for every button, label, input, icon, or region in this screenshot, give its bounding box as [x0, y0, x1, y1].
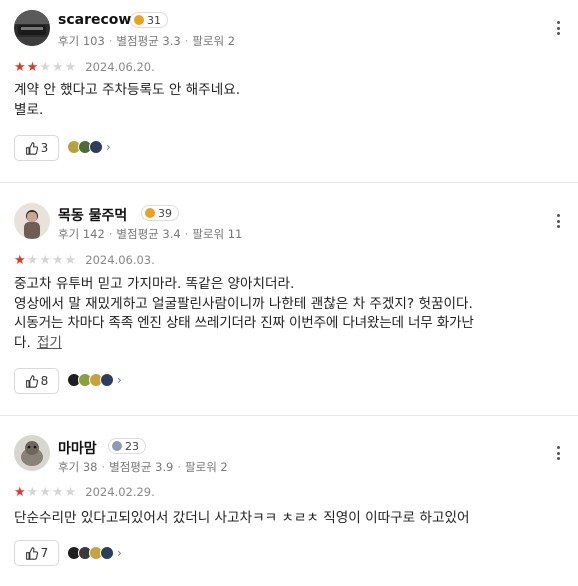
star-empty-icon: ★ [39, 252, 51, 268]
review-card: scarecow 31 후기 103 · 별점평균 3.3 · 팔로워 2 ★ ★ ★ … [0, 0, 578, 180]
review-line: 별로. [14, 101, 44, 118]
chevron-right-icon: › [117, 373, 122, 387]
review-card: 목동 물주먹 39 후기 142 · 별점평균 3.4 · 팔로워 11 ★ ★ ★ ★… [0, 183, 578, 413]
level-icon [134, 15, 144, 25]
level-number: 31 [147, 13, 161, 27]
person-photo-avatar-icon[interactable] [14, 203, 50, 239]
reviewer-meta: 후기 38 · 별점평균 3.9 · 팔로워 2 [58, 460, 228, 474]
review-date: 2024.06.20. [85, 60, 155, 74]
like-count: 7 [40, 546, 49, 560]
star-filled-icon: ★ [26, 59, 39, 75]
like-count: 3 [40, 141, 49, 155]
star-empty-icon: ★ [64, 59, 77, 75]
average-rating: 별점평균 3.3 [116, 34, 181, 48]
review-line: 영상에서 말 재밌게하고 얼굴팔린사람이니까 나한테 괜찮은 차 주겠지? 헛꿈… [14, 295, 473, 312]
reactor-avatar [100, 546, 114, 560]
more-options-icon[interactable] [552, 444, 564, 462]
star-filled-icon: ★ [14, 252, 26, 268]
review-line: 단순수리만 있다고되있어서 갔더니 사고차ㅋㅋ ㅊㄹㅊ 직영이 이따구로 하고있… [14, 510, 470, 526]
star-rating: ★ ★ ★ ★ ★ 2024.06.20. [14, 60, 155, 74]
reviewer-name[interactable]: 마마맘 [58, 438, 97, 458]
review-line: 다. [14, 334, 31, 351]
review-text: 계약 안 했다고 주차등록도 안 해주네요. 별로. [14, 81, 569, 120]
star-empty-icon: ★ [64, 252, 77, 268]
star-empty-icon: ★ [26, 484, 39, 500]
reactor-avatar [89, 140, 103, 154]
level-badge: 39 [141, 205, 179, 221]
pet-photo-avatar-icon[interactable] [14, 435, 50, 471]
star-empty-icon: ★ [39, 484, 51, 500]
thumbs-up-icon [25, 374, 38, 388]
review-line: 시동거는 차마다 족족 엔진 상태 쓰레기더라 진짜 이번주에 다녀왔는데 너무… [14, 315, 474, 331]
reviewer-meta: 후기 142 · 별점평균 3.4 · 팔로워 11 [58, 227, 243, 241]
reviewer-name[interactable]: 목동 물주먹 [58, 205, 127, 225]
review-count: 후기 103 [58, 34, 105, 48]
average-rating: 별점평균 3.9 [109, 460, 174, 474]
liked-by-avatars[interactable]: › [67, 140, 111, 154]
review-text: 단순수리만 있다고되있어서 갔더니 사고차ㅋㅋ ㅊㄹㅊ 직영이 이따구로 하고있… [14, 509, 569, 529]
star-rating: ★ ★ ★ ★ ★ 2024.06.03. [14, 253, 155, 267]
star-empty-icon: ★ [51, 252, 64, 268]
star-empty-icon: ★ [64, 484, 77, 500]
review-text: 중고차 유투버 믿고 가지마라. 똑같은 양아치더라. 영상에서 말 재밌게하고… [14, 275, 569, 353]
review-date: 2024.06.03. [85, 253, 155, 267]
thumbs-up-icon [25, 546, 38, 560]
follower-count: 팔로워 2 [192, 34, 236, 48]
reviewer-name[interactable]: scarecow [58, 12, 131, 28]
like-button[interactable]: 8 [14, 368, 59, 394]
star-empty-icon: ★ [26, 252, 39, 268]
star-empty-icon: ★ [39, 59, 51, 75]
reactor-avatar [100, 373, 114, 387]
follower-count: 팔로워 2 [185, 460, 228, 474]
liked-by-avatars[interactable]: › [67, 546, 122, 560]
follower-count: 팔로워 11 [192, 227, 243, 241]
level-badge: 31 [130, 12, 168, 28]
chevron-right-icon: › [117, 546, 122, 560]
level-number: 23 [125, 439, 139, 453]
reviewer-meta: 후기 103 · 별점평균 3.3 · 팔로워 2 [58, 34, 236, 48]
car-photo-avatar-icon[interactable] [14, 10, 50, 46]
star-empty-icon: ★ [51, 59, 64, 75]
thumbs-up-icon [25, 141, 38, 155]
level-badge: 23 [108, 438, 146, 454]
star-empty-icon: ★ [51, 484, 64, 500]
star-rating: ★ ★ ★ ★ ★ 2024.02.29. [14, 485, 155, 499]
star-filled-icon: ★ [14, 484, 26, 500]
review-count: 후기 142 [58, 227, 105, 241]
review-line: 중고차 유투버 믿고 가지마라. 똑같은 양아치더라. [14, 276, 295, 292]
review-line: 계약 안 했다고 주차등록도 안 해주네요. [14, 82, 241, 98]
level-icon [145, 208, 155, 218]
like-button[interactable]: 3 [14, 135, 59, 161]
chevron-right-icon: › [106, 140, 111, 154]
more-options-icon[interactable] [552, 212, 564, 230]
more-options-icon[interactable] [552, 19, 564, 37]
like-button[interactable]: 7 [14, 540, 59, 566]
level-number: 39 [158, 206, 172, 220]
collapse-link[interactable]: 접기 [37, 335, 62, 351]
review-line-last: 다. 접기 [14, 334, 569, 354]
level-icon [112, 441, 122, 451]
liked-by-avatars[interactable]: › [67, 373, 122, 387]
like-count: 8 [40, 374, 49, 388]
review-date: 2024.02.29. [85, 485, 155, 499]
star-filled-icon: ★ [14, 59, 26, 75]
review-card: 마마맘 23 후기 38 · 별점평균 3.9 · 팔로워 2 ★ ★ ★ ★ ★ 20… [0, 416, 578, 586]
average-rating: 별점평균 3.4 [116, 227, 181, 241]
review-count: 후기 38 [58, 460, 98, 474]
